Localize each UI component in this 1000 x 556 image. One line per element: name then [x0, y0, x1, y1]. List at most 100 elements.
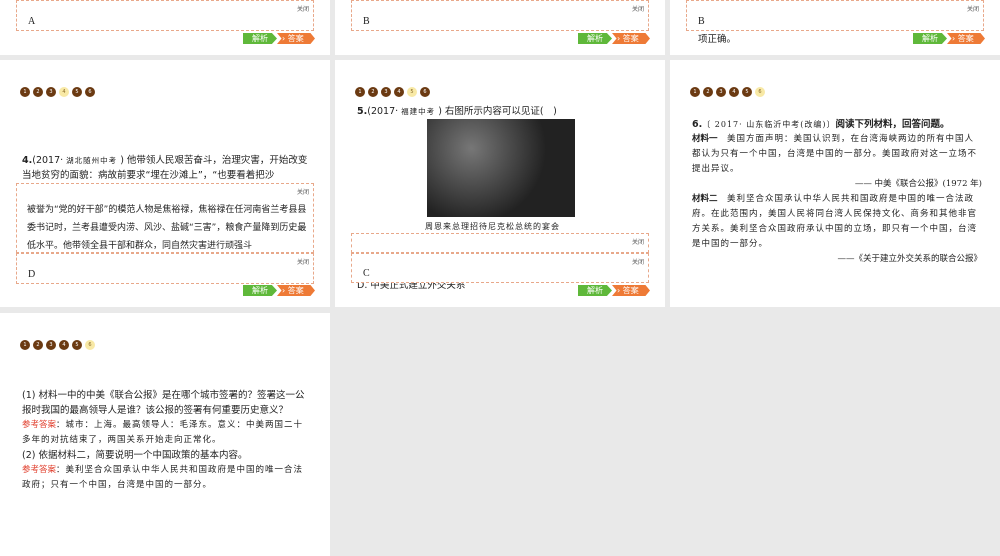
nav-dot-4[interactable]: 4 [59, 87, 69, 97]
question-text: 5.(2017· 福建中考 ) 右图所示内容可以见证( ) [357, 104, 647, 119]
answer-1: 参考答案：城市：上海。最高领导人：毛泽东。意义：中美两国二十多年的对抗结束了，两… [22, 418, 312, 448]
close-button[interactable]: 关闭 [967, 4, 979, 13]
close-button[interactable]: 关闭 [297, 4, 309, 13]
analysis-button[interactable]: 解析 [578, 33, 612, 44]
nav-dot-6[interactable]: 6 [420, 87, 430, 97]
nav-dot-5[interactable]: 5 [407, 87, 417, 97]
q-src-end: ) [117, 155, 124, 166]
answer-button[interactable]: › 答案 [277, 285, 315, 296]
close-button[interactable]: 关闭 [632, 4, 644, 13]
material-2-label: 材料二 [692, 194, 718, 204]
answer-1-text: ：城市：上海。最高领导人：毛泽东。意义：中美两国二十多年的对抗结束了，两国关系开… [22, 420, 304, 445]
nav-dot-5[interactable]: 5 [742, 87, 752, 97]
explanation-box: 关闭 [351, 233, 649, 253]
answers-block: (1) 材料一中的中美《联合公报》是在哪个城市签署的？签署这一公报时我国的最高领… [22, 388, 312, 493]
material-1-label: 材料一 [692, 134, 718, 144]
analysis-button[interactable]: 解析 [243, 285, 277, 296]
answer-button[interactable]: › 答案 [612, 33, 650, 44]
question-nav: 123456 [20, 87, 95, 97]
slide-top-3: 关闭 B 项正确。 解析 › 答案 [670, 0, 1000, 55]
nav-dot-2[interactable]: 2 [33, 87, 43, 97]
answer-text: B [698, 16, 705, 27]
slide-question-6-answers: 123456 (1) 材料一中的中美《联合公报》是在哪个城市签署的？签署这一公报… [0, 313, 330, 556]
nav-dot-6[interactable]: 6 [85, 340, 95, 350]
nav-dot-3[interactable]: 3 [716, 87, 726, 97]
answer-text: B [363, 16, 370, 27]
nav-dot-5[interactable]: 5 [72, 87, 82, 97]
analysis-button[interactable]: 解析 [913, 33, 947, 44]
slide-question-4: 123456 4.(2017· 湖北随州中考 ) 他带领人民艰苦奋斗，治理灾害，… [0, 60, 330, 307]
q-src-school: 湖北随州中考 [66, 156, 118, 165]
slide-question-5: 123456 5.(2017· 福建中考 ) 右图所示内容可以见证( ) 周恩来… [335, 60, 665, 307]
photo-caption: 周恩来总理招待尼克松总统的宴会 [425, 222, 560, 231]
analysis-button[interactable]: 解析 [243, 33, 277, 44]
question-text: 6.〔 2017· 山东临沂中考(改编)〕阅读下列材料，回答问题。 [692, 117, 982, 132]
material-1: 材料一 美国方面声明：美国认识到，在台湾海峡两边的所有中国人都认为只有一个中国，… [692, 132, 982, 177]
answer-text: C [363, 268, 370, 279]
material-2-source: ——《关于建立外交关系的联合公报》 [837, 254, 982, 264]
material-1-text: 美国方面声明：美国认识到，在台湾海峡两边的所有中国人都认为只有一个中国，台湾是中… [692, 134, 978, 174]
close-button[interactable]: 关闭 [297, 187, 309, 196]
q-src: (2017· [32, 155, 67, 166]
explanation-text: 被誉为“党的好干部”的模范人物是焦裕禄，焦裕禄在任河南省兰考县县委书记时，兰考县… [27, 205, 307, 251]
slide-top-1: 关闭 A 解析 › 答案 [0, 0, 330, 55]
reference-label: 参考答案 [22, 465, 57, 475]
q-src: 〔 2017· 山东临沂中考(改编)〕 [702, 120, 836, 129]
q-num: 5. [357, 106, 368, 117]
answer-text: A [28, 16, 36, 27]
answer-2: 参考答案：美利坚合众国承认中华人民共和国政府是中国的唯一合法政府；只有一个中国，… [22, 463, 312, 493]
q-src-school: 福建中考 [401, 107, 436, 116]
nav-dot-6[interactable]: 6 [85, 87, 95, 97]
q-src-end: ) [435, 106, 442, 117]
action-buttons: 解析 › 答案 [243, 285, 315, 296]
q-src: (2017· [367, 106, 402, 117]
slide-top-2: 关闭 B 解析 › 答案 [335, 0, 665, 55]
answer-box: 关闭 D [16, 253, 314, 284]
close-button[interactable]: 关闭 [297, 257, 309, 266]
close-button[interactable]: 关闭 [632, 237, 644, 246]
nav-dot-2[interactable]: 2 [703, 87, 713, 97]
question-text: 4.(2017· 湖北随州中考 ) 他带领人民艰苦奋斗，治理灾害，开始改变当地贫… [22, 153, 308, 183]
answer-button[interactable]: › 答案 [612, 285, 650, 296]
nav-dot-4[interactable]: 4 [729, 87, 739, 97]
action-buttons: 解析 › 答案 [578, 33, 650, 44]
nav-dot-2[interactable]: 2 [33, 340, 43, 350]
material-2: 材料二 美利坚合众国承认中华人民共和国政府是中国的唯一合法政府。在此范围内，美国… [692, 192, 982, 252]
nav-dot-1[interactable]: 1 [20, 340, 30, 350]
banquet-photo [427, 119, 575, 217]
analysis-button[interactable]: 解析 [578, 285, 612, 296]
answer-2-text: ：美利坚合众国承认中华人民共和国政府是中国的唯一合法政府；只有一个中国，台湾是中… [22, 465, 304, 490]
sub-question-2: (2) 依据材料二，简要说明一个中国政策的基本内容。 [22, 450, 248, 461]
material-2-text: 美利坚合众国承认中华人民共和国政府是中国的唯一合法政府。在此范围内，美国人民将同… [692, 194, 978, 249]
nav-dot-4[interactable]: 4 [59, 340, 69, 350]
nav-dot-6[interactable]: 6 [755, 87, 765, 97]
close-button[interactable]: 关闭 [632, 257, 644, 266]
material-block: 6.〔 2017· 山东临沂中考(改编)〕阅读下列材料，回答问题。 材料一 美国… [692, 117, 982, 267]
nav-dot-4[interactable]: 4 [394, 87, 404, 97]
question-nav: 123456 [690, 87, 765, 97]
nav-dot-3[interactable]: 3 [46, 340, 56, 350]
nav-dot-1[interactable]: 1 [355, 87, 365, 97]
nav-dot-3[interactable]: 3 [381, 87, 391, 97]
sub-question-1: (1) 材料一中的中美《联合公报》是在哪个城市签署的？签署这一公报时我国的最高领… [22, 390, 305, 416]
action-buttons: 解析 › 答案 [578, 285, 650, 296]
nav-dot-5[interactable]: 5 [72, 340, 82, 350]
answer-text: D [28, 269, 36, 280]
nav-dot-1[interactable]: 1 [20, 87, 30, 97]
question-nav: 123456 [355, 87, 430, 97]
answer-button[interactable]: › 答案 [277, 33, 315, 44]
answer-box: 关闭 C [351, 253, 649, 283]
nav-dot-3[interactable]: 3 [46, 87, 56, 97]
question-nav: 123456 [20, 340, 95, 350]
explanation-box: 关闭 被誉为“党的好干部”的模范人物是焦裕禄，焦裕禄在任河南省兰考县县委书记时，… [16, 183, 314, 253]
nav-dot-2[interactable]: 2 [368, 87, 378, 97]
reference-label: 参考答案 [22, 420, 57, 430]
answer-button[interactable]: › 答案 [947, 33, 985, 44]
q-body: 阅读下列材料，回答问题。 [835, 119, 950, 130]
q-body: 右图所示内容可以见证( ) [441, 106, 557, 117]
q-num: 6. [692, 119, 703, 130]
answer-box: 关闭 B [686, 0, 984, 31]
action-buttons: 解析 › 答案 [913, 33, 985, 44]
action-buttons: 解析 › 答案 [243, 33, 315, 44]
nav-dot-1[interactable]: 1 [690, 87, 700, 97]
